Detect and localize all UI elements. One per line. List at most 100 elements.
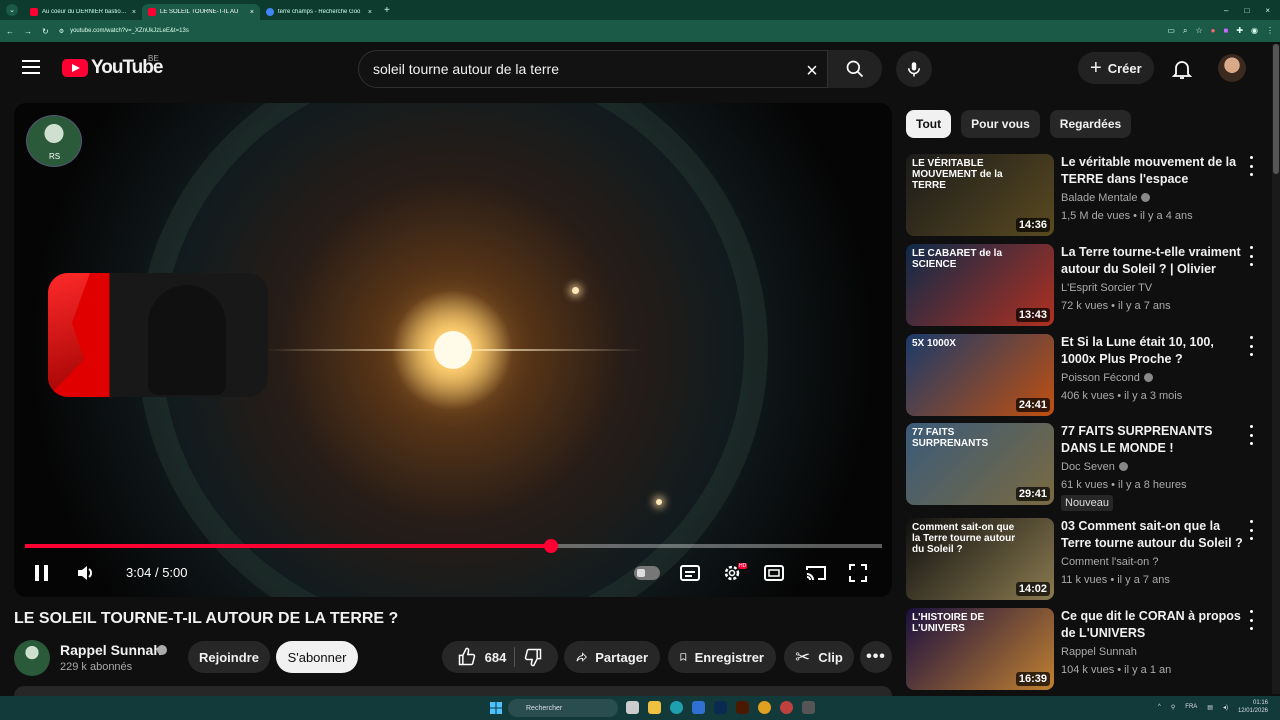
store-icon[interactable]: [692, 701, 705, 714]
app-icon[interactable]: [802, 701, 815, 714]
zoom-icon[interactable]: ⌕: [1183, 26, 1187, 36]
recommendation-item[interactable]: 77 FAITS SURPRENANTS 29:41 77 FAITS SURP…: [906, 423, 1262, 511]
minimize-button[interactable]: –: [1224, 6, 1228, 15]
recommendation-item[interactable]: Comment sait-on que la Terre tourne auto…: [906, 518, 1262, 602]
recommendation-channel[interactable]: Poisson Fécond: [1061, 372, 1153, 384]
settings-button[interactable]: [716, 557, 748, 589]
recommendation-item[interactable]: L'HISTOIRE DE L'UNIVERS 16:39 Ce que dit…: [906, 608, 1262, 692]
language-indicator[interactable]: FRA: [1185, 704, 1197, 710]
more-options-icon[interactable]: [1246, 425, 1256, 445]
taskbar-clock[interactable]: 01:16 12/01/2026: [1238, 699, 1268, 715]
recommendation-channel[interactable]: Comment l'sait-on ?: [1061, 556, 1158, 568]
create-button[interactable]: + Créer: [1078, 52, 1154, 84]
illustrator-icon[interactable]: [736, 701, 749, 714]
windows-start-icon[interactable]: [490, 702, 502, 714]
recommendation-title[interactable]: Le véritable mouvement de la TERRE dans …: [1061, 154, 1243, 188]
scrubber-handle[interactable]: [543, 539, 558, 553]
more-options-icon[interactable]: [1246, 246, 1256, 266]
browser-tab-3[interactable]: terre champs - Recherche Goo ×: [260, 4, 378, 20]
recommendation-title[interactable]: 77 FAITS SURPRENANTS DANS LE MONDE !: [1061, 423, 1243, 457]
like-count[interactable]: 684: [485, 650, 507, 665]
forward-icon[interactable]: →: [24, 27, 32, 36]
browser-tab-2[interactable]: LE SOLEIL TOURNE-T-IL AU ×: [142, 4, 260, 20]
chip-tout[interactable]: Tout: [906, 110, 952, 138]
page-scrollbar[interactable]: [1272, 44, 1280, 694]
subscribe-button[interactable]: S'abonner: [276, 641, 358, 673]
close-tab-icon[interactable]: ×: [132, 9, 136, 16]
recommendation-title[interactable]: La Terre tourne-t-elle vraiment autour d…: [1061, 244, 1243, 280]
video-thumbnail[interactable]: LE VÉRITABLE MOUVEMENT de la TERRE 14:36: [906, 154, 1054, 236]
edge-icon[interactable]: [670, 701, 683, 714]
video-thumbnail[interactable]: LE CABARET de la SCIENCE 13:43: [906, 244, 1054, 326]
cast-icon[interactable]: ▭: [1167, 26, 1175, 36]
autoplay-toggle[interactable]: [634, 566, 660, 580]
volume-button[interactable]: [70, 557, 102, 589]
close-window-button[interactable]: ×: [1265, 6, 1270, 15]
fullscreen-button[interactable]: [842, 557, 874, 589]
chip-regardees[interactable]: Regardées: [1049, 110, 1132, 138]
voice-search-button[interactable]: [896, 51, 932, 87]
scrollbar-thumb[interactable]: [1273, 44, 1279, 174]
network-icon[interactable]: ▤: [1207, 704, 1213, 711]
more-options-icon[interactable]: [1246, 156, 1256, 176]
recommendation-title[interactable]: 03 Comment sait-on que la Terre tourne a…: [1061, 518, 1243, 552]
thumbs-up-icon[interactable]: [457, 647, 477, 667]
reload-icon[interactable]: ↻: [42, 27, 49, 36]
tray-chevron-icon[interactable]: ^: [1158, 704, 1161, 710]
recommendation-channel[interactable]: Doc Seven: [1061, 461, 1128, 473]
video-player[interactable]: RS 3:04 / 5:00 HD: [14, 103, 892, 597]
more-options-icon[interactable]: [1246, 336, 1256, 356]
recommendation-item[interactable]: 5X 1000X 24:41 Et Si la Lune était 10, 1…: [906, 334, 1262, 418]
channel-name[interactable]: Rappel Sunnah: [60, 642, 162, 658]
close-tab-icon[interactable]: ×: [368, 9, 372, 16]
taskbar-search[interactable]: Rechercher: [508, 699, 618, 717]
pause-button[interactable]: [26, 557, 58, 589]
share-button[interactable]: Partager: [564, 641, 660, 673]
account-avatar[interactable]: [1218, 54, 1246, 82]
channel-watermark[interactable]: RS: [26, 115, 82, 167]
miniplayer-button[interactable]: [758, 557, 790, 589]
location-icon[interactable]: ⚲: [1171, 704, 1175, 711]
save-button[interactable]: Enregistrer: [668, 641, 776, 673]
tab-search-icon[interactable]: ⌄: [6, 4, 18, 16]
photoshop-icon[interactable]: [714, 701, 727, 714]
search-input[interactable]: soleil tourne autour de la terre: [358, 50, 828, 88]
profile-icon[interactable]: ◉: [1251, 26, 1258, 36]
clip-button[interactable]: ✂ Clip: [784, 641, 854, 673]
channel-avatar[interactable]: [14, 640, 50, 676]
bookmark-star-icon[interactable]: ☆: [1195, 26, 1202, 36]
task-view-icon[interactable]: [626, 701, 639, 714]
new-tab-button[interactable]: +: [384, 5, 390, 16]
video-thumbnail[interactable]: Comment sait-on que la Terre tourne auto…: [906, 518, 1054, 600]
recommendation-channel[interactable]: Rappel Sunnah: [1061, 646, 1137, 658]
cast-button[interactable]: [800, 557, 832, 589]
back-icon[interactable]: ←: [6, 27, 14, 36]
menu-icon[interactable]: ⋮: [1266, 26, 1274, 36]
extension-icon[interactable]: ■: [1223, 26, 1228, 36]
thumbs-down-icon[interactable]: [523, 647, 543, 667]
join-button[interactable]: Rejoindre: [188, 641, 270, 673]
video-thumbnail[interactable]: L'HISTOIRE DE L'UNIVERS 16:39: [906, 608, 1054, 690]
subtitles-button[interactable]: [674, 557, 706, 589]
video-thumbnail[interactable]: 5X 1000X 24:41: [906, 334, 1054, 416]
recommendation-item[interactable]: LE VÉRITABLE MOUVEMENT de la TERRE 14:36…: [906, 154, 1262, 238]
chip-pour-vous[interactable]: Pour vous: [961, 110, 1040, 138]
recommendation-channel[interactable]: L'Esprit Sorcier TV: [1061, 282, 1152, 294]
clear-search-icon[interactable]: ×: [800, 59, 824, 83]
video-thumbnail[interactable]: 77 FAITS SURPRENANTS 29:41: [906, 423, 1054, 505]
chrome-icon[interactable]: [758, 701, 771, 714]
extension-icon[interactable]: ●: [1211, 26, 1216, 36]
app-icon[interactable]: [780, 701, 793, 714]
maximize-button[interactable]: □: [1244, 6, 1249, 15]
menu-hamburger-icon[interactable]: [22, 60, 40, 74]
browser-tab-1[interactable]: Au coeur du DERNIER bastion o ×: [24, 4, 142, 20]
file-explorer-icon[interactable]: [648, 701, 661, 714]
more-options-icon[interactable]: [1246, 520, 1256, 540]
site-info-icon[interactable]: ⚙: [59, 28, 64, 35]
recommendation-title[interactable]: Et Si la Lune était 10, 100, 1000x Plus …: [1061, 334, 1243, 368]
notifications-bell-icon[interactable]: [1170, 57, 1194, 81]
recommendation-item[interactable]: LE CABARET de la SCIENCE 13:43 La Terre …: [906, 244, 1262, 328]
url-field[interactable]: ⚙ youtube.com/watch?v=_XZnUkJzLeE&t=13s: [59, 23, 1158, 39]
recommendation-title[interactable]: Ce que dit le CORAN à propos de L'UNIVER…: [1061, 608, 1243, 642]
speaker-icon[interactable]: ◂): [1223, 704, 1228, 711]
